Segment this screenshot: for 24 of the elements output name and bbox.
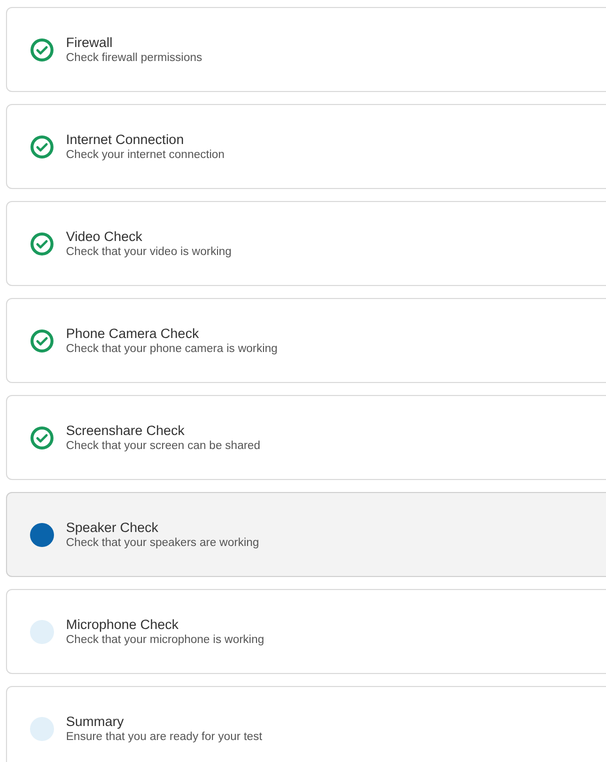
- step-description: Ensure that you are ready for your test: [66, 730, 262, 744]
- step-card[interactable]: Firewall Check firewall permissions: [6, 7, 606, 92]
- step-title: Screenshare Check: [66, 422, 186, 438]
- step-title: Phone Camera Check: [66, 326, 200, 342]
- step-description: Check your internet connection: [66, 148, 225, 162]
- step-card[interactable]: Summary Ensure that you are ready for your test: [6, 686, 606, 762]
- step-description: Check that your microphone is working: [66, 632, 264, 646]
- step-card[interactable]: Microphone Check Check that your microphone is working: [6, 589, 606, 674]
- step-description: Check that your phone camera is working: [66, 342, 278, 356]
- step-title: Internet Connection: [66, 132, 185, 148]
- step-title: Firewall: [66, 34, 114, 50]
- step-description: Check that your screen can be shared: [66, 438, 260, 452]
- step-card[interactable]: Video Check Check that your video is working: [6, 201, 606, 286]
- step-title: Microphone Check: [66, 616, 180, 632]
- step-description: Check that your speakers are working: [66, 536, 260, 550]
- step-title: Summary: [66, 714, 125, 730]
- step-title: Speaker Check: [66, 520, 160, 536]
- step-card[interactable]: Speaker Check Check that your speakers are working: [6, 492, 606, 577]
- step-card[interactable]: Internet Connection Check your internet connection: [6, 104, 606, 189]
- step-card[interactable]: Screenshare Check Check that your screen can be shared: [6, 395, 606, 480]
- step-description: Check that your video is working: [66, 244, 232, 258]
- step-title: Video Check: [66, 228, 144, 244]
- step-card[interactable]: Phone Camera Check Check that your phone camera is working: [6, 298, 606, 383]
- step-description: Check firewall permissions: [66, 50, 202, 64]
